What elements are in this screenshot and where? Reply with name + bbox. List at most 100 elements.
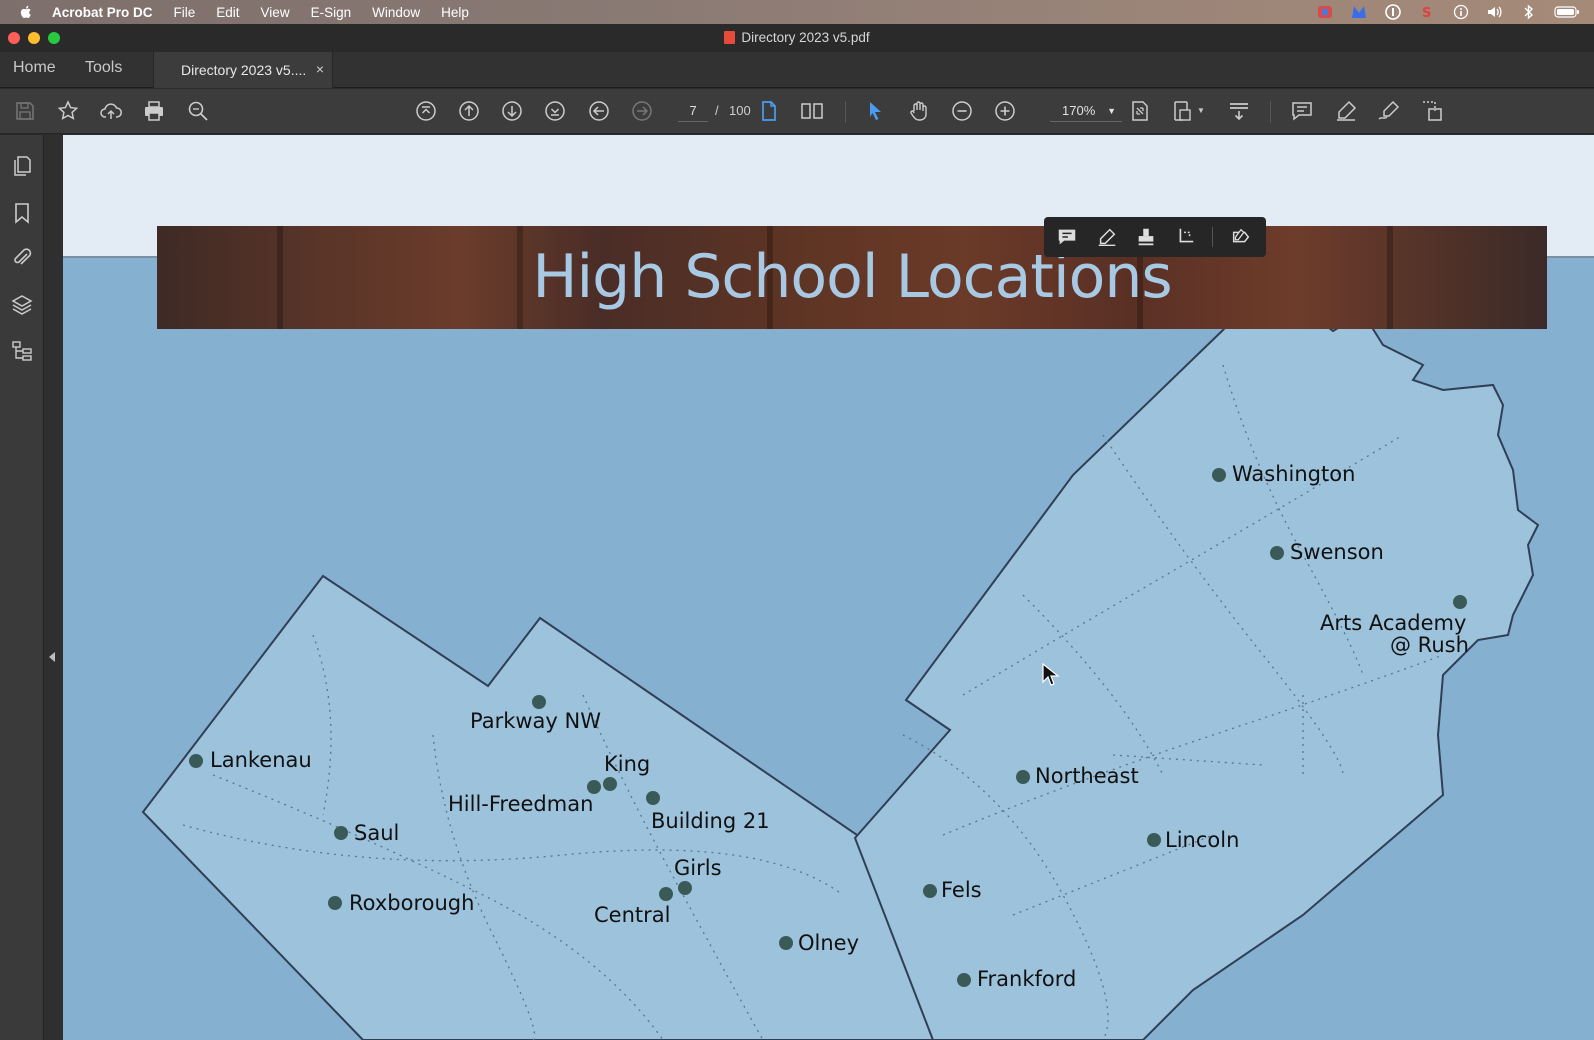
two-page-view-icon[interactable]: [799, 98, 825, 124]
add-comment-icon[interactable]: [1056, 226, 1078, 248]
toolbar-divider: [845, 101, 846, 123]
map-region-northeast: [853, 278, 1540, 1040]
fill-sign-icon[interactable]: [1376, 98, 1402, 124]
toolbar-divider-2: [1270, 101, 1271, 123]
menu-help[interactable]: Help: [441, 5, 469, 20]
document-viewer[interactable]: High School Locations Washington Swenson…: [63, 135, 1594, 1040]
next-view-icon[interactable]: [629, 98, 655, 124]
marker-parkway-nw: [532, 695, 546, 709]
single-page-view-icon[interactable]: [756, 98, 782, 124]
location-label: Northeast: [1035, 764, 1139, 788]
fit-page-icon[interactable]: [1127, 98, 1153, 124]
marker-arts-academy: [1453, 595, 1467, 609]
menu-view[interactable]: View: [261, 5, 290, 20]
save-icon[interactable]: [12, 98, 38, 124]
zoom-out-icon[interactable]: [949, 98, 975, 124]
status-icons: S: [1316, 3, 1580, 21]
marker-swenson: [1270, 546, 1284, 560]
next-page-icon[interactable]: [499, 98, 525, 124]
find-zoom-icon[interactable]: [185, 98, 211, 124]
marker-frankford: [957, 973, 971, 987]
sidebar-collapse-strip[interactable]: [44, 135, 63, 1040]
zoom-level-value: 170%: [1062, 103, 1096, 118]
location-label: Fels: [941, 878, 982, 902]
print-icon[interactable]: [141, 98, 167, 124]
location-label: Olney: [798, 931, 860, 955]
menu-edit[interactable]: Edit: [216, 5, 239, 20]
highlight-pen-icon[interactable]: [1333, 98, 1359, 124]
tab-bar: Home Tools Directory 2023 v5.... ×: [0, 52, 1594, 88]
app-switch-icon[interactable]: [1316, 3, 1334, 21]
stamp-icon[interactable]: [1135, 226, 1157, 248]
mouse-pointer-icon: [1042, 662, 1060, 686]
location-label: Frankford: [977, 967, 1077, 991]
layers-icon[interactable]: [10, 293, 34, 317]
page-number-input[interactable]: 7: [678, 100, 708, 122]
zoom-in-icon[interactable]: [992, 98, 1018, 124]
quick-action-toolbar: [1044, 217, 1266, 257]
apple-icon[interactable]: [18, 4, 34, 20]
marker-northeast: [1016, 770, 1030, 784]
select-cursor-icon[interactable]: [862, 98, 888, 124]
marker-king: [603, 777, 617, 791]
zoom-level-dropdown[interactable]: 170% ▼: [1050, 100, 1122, 122]
marker-building-21: [646, 791, 660, 805]
menu-esign[interactable]: E-Sign: [311, 5, 352, 20]
menu-window[interactable]: Window: [372, 5, 420, 20]
tab-document[interactable]: Directory 2023 v5.... ×: [153, 52, 333, 88]
content-tree-icon[interactable]: [10, 339, 34, 363]
window-title-container: Directory 2023 v5.pdf: [0, 30, 1594, 45]
tab-home[interactable]: Home: [13, 59, 56, 77]
draw-pencil-icon[interactable]: [1096, 226, 1118, 248]
info-icon[interactable]: [1452, 3, 1470, 21]
page-thumbnails-icon[interactable]: [10, 154, 34, 178]
malwarebytes-icon[interactable]: [1350, 3, 1368, 21]
bookmark-star-icon[interactable]: [55, 98, 81, 124]
attachments-icon[interactable]: [10, 246, 34, 270]
location-label: Hill-Freedman: [448, 792, 594, 816]
stack-s-icon[interactable]: S: [1418, 3, 1436, 21]
location-label: Parkway NW: [470, 709, 602, 733]
upload-cloud-icon[interactable]: [98, 98, 124, 124]
marker-saul: [334, 826, 348, 840]
location-label: Building 21: [651, 809, 770, 833]
page-total: 100: [729, 103, 751, 118]
marker-lankenau: [189, 754, 203, 768]
scroll-mode-caret-icon[interactable]: ▼: [1197, 106, 1205, 115]
more-tools-icon[interactable]: [1419, 98, 1445, 124]
location-label: Roxborough: [349, 891, 475, 915]
crop-area-icon[interactable]: [1174, 226, 1196, 248]
collapse-arrow-icon[interactable]: [49, 652, 55, 662]
volume-icon[interactable]: [1486, 3, 1504, 21]
bluetooth-icon[interactable]: [1520, 3, 1538, 21]
marker-girls: [678, 881, 692, 895]
marker-lincoln: [1147, 833, 1161, 847]
scroll-mode-icon[interactable]: [1170, 98, 1196, 124]
marker-central: [659, 887, 673, 901]
close-tab-icon[interactable]: ×: [316, 61, 324, 77]
location-label: Swenson: [1290, 540, 1384, 564]
first-page-icon[interactable]: [413, 98, 439, 124]
edit-tag-icon[interactable]: [1230, 226, 1252, 248]
hand-tool-icon[interactable]: [906, 98, 932, 124]
bookmarks-icon[interactable]: [10, 201, 34, 225]
window-titlebar: Directory 2023 v5.pdf: [0, 24, 1594, 52]
mac-menubar: Acrobat Pro DC File Edit View E-Sign Win…: [0, 0, 1594, 24]
read-aloud-icon[interactable]: [1226, 98, 1252, 124]
location-label: Central: [594, 903, 671, 927]
marker-fels: [923, 884, 937, 898]
location-label: Saul: [354, 821, 400, 845]
main-toolbar: 7 / 100 170% ▼ ▼: [0, 89, 1594, 134]
location-label: Washington: [1232, 462, 1356, 486]
battery-icon[interactable]: [1554, 3, 1580, 21]
menu-app-name[interactable]: Acrobat Pro DC: [52, 5, 153, 20]
menu-file[interactable]: File: [174, 5, 196, 20]
tab-tools[interactable]: Tools: [85, 59, 122, 77]
last-page-icon[interactable]: [542, 98, 568, 124]
marker-washington: [1212, 468, 1226, 482]
onepassword-icon[interactable]: [1384, 3, 1402, 21]
previous-view-icon[interactable]: [586, 98, 612, 124]
comment-icon[interactable]: [1289, 98, 1315, 124]
chevron-down-icon: ▼: [1107, 106, 1116, 116]
previous-page-icon[interactable]: [456, 98, 482, 124]
